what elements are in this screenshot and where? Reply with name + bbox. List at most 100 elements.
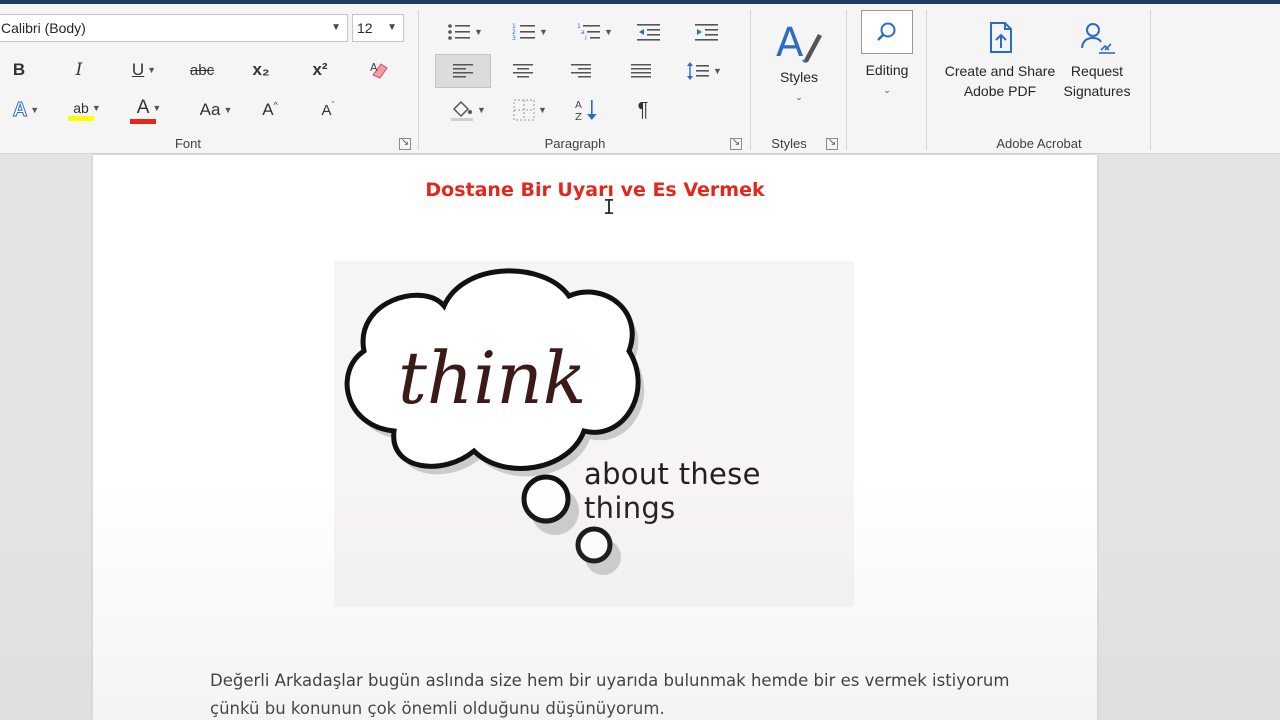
sort-button[interactable]: AZ bbox=[572, 94, 602, 126]
svg-text:Z: Z bbox=[575, 112, 582, 122]
align-left-button[interactable] bbox=[435, 54, 491, 88]
styles-dialog-launcher-icon[interactable]: ↘ bbox=[826, 138, 838, 150]
styles-icon: A bbox=[776, 20, 822, 66]
align-right-button[interactable] bbox=[566, 56, 596, 86]
line-spacing-icon bbox=[687, 62, 710, 80]
bold-button[interactable]: B bbox=[6, 56, 32, 84]
think-image[interactable]: think about these things bbox=[334, 261, 854, 607]
paragraph-group-label: Paragraph bbox=[544, 136, 606, 151]
justify-icon bbox=[631, 64, 651, 78]
grow-font-button[interactable]: A ^ bbox=[256, 96, 284, 124]
search-icon bbox=[877, 22, 896, 41]
request-signatures-button[interactable]: Request Signatures bbox=[1056, 20, 1138, 101]
adobe-acrobat-group: Create and Share Adobe PDF Request Signa… bbox=[928, 4, 1150, 154]
highlight-color-button[interactable]: ab ▼ bbox=[64, 94, 110, 126]
align-center-button[interactable] bbox=[508, 56, 538, 86]
borders-button[interactable]: ▼ bbox=[508, 94, 552, 126]
text-cursor-icon: I bbox=[603, 195, 616, 219]
line-spacing-button[interactable]: ▼ bbox=[682, 56, 726, 86]
chevron-down-icon: ▼ bbox=[539, 27, 548, 37]
svg-text:A: A bbox=[575, 100, 582, 111]
eraser-icon: A bbox=[370, 61, 388, 79]
styles-button[interactable]: A Styles ⌄ bbox=[764, 16, 834, 107]
bubble-word: think bbox=[398, 336, 587, 420]
signature-icon bbox=[1081, 23, 1115, 54]
create-share-pdf-button[interactable]: Create and Share Adobe PDF bbox=[938, 20, 1062, 101]
font-dialog-launcher-icon[interactable]: ↘ bbox=[399, 138, 411, 150]
font-group-label: Font bbox=[174, 136, 201, 151]
styles-label: Styles bbox=[779, 69, 819, 85]
request-label-line2: Signatures bbox=[1063, 83, 1131, 99]
chevron-down-icon: ▼ bbox=[147, 65, 157, 75]
subscript-button[interactable]: x₂ bbox=[246, 56, 276, 84]
chevron-down-icon: ▼ bbox=[387, 22, 397, 33]
document-title[interactable]: Dostane Bir Uyarı ve Es Vermek bbox=[93, 179, 1097, 201]
chevron-down-icon: ▼ bbox=[30, 105, 40, 115]
show-formatting-marks-button[interactable]: ¶ bbox=[628, 94, 658, 126]
justify-button[interactable] bbox=[626, 56, 656, 86]
create-share-label-line1: Create and Share bbox=[944, 63, 1056, 79]
pilcrow-icon: ¶ bbox=[637, 98, 649, 121]
svg-text:3: 3 bbox=[512, 35, 516, 42]
body-paragraph[interactable]: Değerli Arkadaşlar bugün aslında size he… bbox=[210, 667, 1010, 720]
pdf-share-icon bbox=[990, 22, 1012, 53]
svg-text:A: A bbox=[370, 61, 378, 74]
font-size-combo[interactable]: 12 ▼ bbox=[352, 14, 404, 42]
bullets-button[interactable]: ▼ bbox=[444, 18, 486, 46]
chevron-down-icon: ▼ bbox=[538, 105, 547, 115]
svg-text:i: i bbox=[585, 35, 587, 42]
font-family-combo[interactable]: Calibri (Body) ▼ bbox=[0, 14, 348, 42]
shading-button[interactable]: ▼ bbox=[446, 94, 490, 126]
font-family-value: Calibri (Body) bbox=[1, 20, 86, 36]
paragraph-group: ▼ 1 2 3 ▼ 1 a i ▼ ▼ ▼ ▼ A Z ¶ Paragraph … bbox=[420, 4, 750, 154]
font-color-button[interactable]: A ▼ bbox=[126, 94, 172, 126]
font-group: Calibri (Body) ▼ 12 ▼ B I U ▼ abc x₂ x² A… bbox=[0, 4, 418, 154]
decrease-indent-button[interactable] bbox=[634, 18, 664, 46]
numbering-button[interactable]: 1 2 3 ▼ bbox=[508, 18, 552, 46]
svg-text:A: A bbox=[776, 20, 804, 66]
underline-button[interactable]: U ▼ bbox=[120, 56, 168, 84]
chevron-down-icon: ▼ bbox=[223, 105, 233, 115]
chevron-down-icon: ▼ bbox=[152, 102, 162, 113]
group-separator bbox=[418, 10, 419, 150]
decrease-indent-icon bbox=[637, 24, 660, 41]
shrink-font-button[interactable]: Aˇ bbox=[314, 96, 342, 124]
ribbon: Calibri (Body) ▼ 12 ▼ B I U ▼ abc x₂ x² A… bbox=[0, 4, 1280, 154]
editing-button[interactable]: Editing ⌄ bbox=[854, 10, 920, 100]
bullets-icon bbox=[448, 24, 471, 40]
numbering-icon: 123 bbox=[512, 23, 536, 42]
superscript-button[interactable]: x² bbox=[305, 56, 335, 84]
text-effects-button[interactable]: A ▼ bbox=[6, 96, 46, 124]
change-case-button[interactable]: Aa ▼ bbox=[194, 96, 238, 124]
chevron-down-icon: ▼ bbox=[91, 102, 101, 113]
chevron-down-icon: ▼ bbox=[477, 105, 486, 115]
image-caption: about these things bbox=[584, 457, 761, 525]
clear-formatting-button[interactable]: A bbox=[364, 56, 394, 84]
italic-button[interactable]: I bbox=[66, 56, 92, 84]
borders-icon bbox=[513, 99, 535, 121]
paint-bucket-icon bbox=[451, 100, 474, 121]
chevron-down-icon: ▼ bbox=[331, 22, 341, 33]
paragraph-dialog-launcher-icon[interactable]: ↘ bbox=[730, 138, 742, 150]
group-separator bbox=[1150, 10, 1151, 150]
group-separator bbox=[750, 10, 751, 150]
styles-group: A Styles ⌄ Styles ↘ bbox=[752, 4, 846, 154]
font-color-swatch bbox=[130, 118, 156, 124]
strikethrough-button[interactable]: abc bbox=[184, 56, 220, 84]
body-line-2: çünkü bu konunun çok önemli olduğunu düş… bbox=[210, 699, 665, 718]
group-separator bbox=[846, 10, 847, 150]
multilevel-list-icon: 1ai bbox=[577, 23, 601, 42]
text-effects-icon: A bbox=[12, 98, 28, 121]
editing-label: Editing bbox=[865, 62, 909, 78]
chevron-down-icon: ▼ bbox=[474, 27, 483, 37]
editing-icon-box bbox=[861, 10, 913, 54]
align-left-icon bbox=[453, 64, 473, 78]
increase-indent-button[interactable] bbox=[692, 18, 722, 46]
caret-up-icon: ^ bbox=[273, 100, 278, 110]
chevron-down-icon: ⌄ bbox=[883, 85, 891, 95]
increase-indent-icon bbox=[695, 24, 718, 41]
multilevel-list-button[interactable]: 1 a i ▼ bbox=[574, 18, 616, 46]
chevron-down-icon: ▼ bbox=[604, 27, 613, 37]
document-page[interactable]: Dostane Bir Uyarı ve Es Vermek think abo… bbox=[93, 155, 1097, 720]
create-share-label-line2: Adobe PDF bbox=[963, 83, 1037, 99]
